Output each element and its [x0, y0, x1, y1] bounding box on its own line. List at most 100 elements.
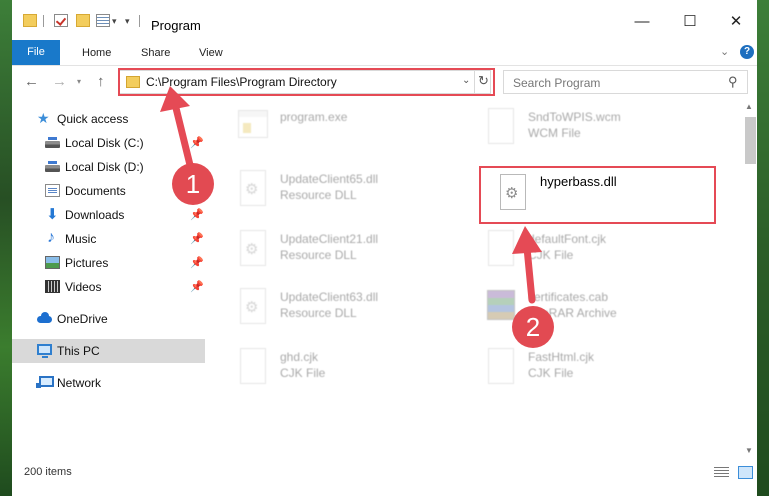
address-bar[interactable]: C:\Program Files\Program Directory ⌄ ↻	[118, 70, 491, 94]
help-icon[interactable]: ?	[740, 45, 754, 59]
star-icon	[37, 110, 52, 127]
quick-access-dropdown-icon[interactable]: ▾	[125, 17, 130, 26]
nav-item-pictures[interactable]: Pictures 📌	[12, 251, 205, 275]
nav-item-onedrive[interactable]: OneDrive	[12, 307, 205, 331]
file-type: CJK File	[528, 248, 574, 262]
pin-icon: 📌	[190, 137, 204, 149]
file-name: UpdateClient65.dll	[280, 172, 379, 186]
file-name: UpdateClient21.dll	[280, 232, 379, 246]
maximize-button[interactable]: ☐	[678, 12, 702, 32]
file-item-ghd-cjk[interactable]: ghd.cjk CJK File	[230, 342, 460, 394]
pictures-icon	[45, 256, 60, 269]
tab-view[interactable]: View	[199, 47, 223, 59]
tab-file[interactable]: File	[12, 40, 60, 65]
chevron-down-icon[interactable]: ▾	[112, 17, 117, 26]
file-type: WCM File	[528, 126, 581, 140]
folder-icon	[23, 14, 37, 27]
network-icon	[36, 376, 54, 388]
pc-icon	[37, 344, 52, 358]
desktop-background-left	[0, 0, 12, 496]
close-button[interactable]: ✕	[724, 12, 748, 32]
nav-item-label: This PC	[57, 344, 100, 358]
scrollbar-thumb[interactable]	[745, 117, 756, 164]
new-folder-icon[interactable]	[76, 14, 90, 27]
explorer-window: ▾ ▾ Program — ☐ ✕ File Home Share View ⌄…	[12, 0, 757, 496]
file-type: CJK File	[280, 366, 326, 380]
item-count: 200 items	[24, 466, 72, 478]
nav-item-music[interactable]: Music 📌	[12, 227, 205, 251]
scroll-up-icon[interactable]: ▲	[745, 102, 753, 111]
nav-item-downloads[interactable]: Downloads 📌	[12, 203, 205, 227]
details-view-icon[interactable]	[714, 467, 729, 478]
recent-locations-icon[interactable]: ▾	[77, 77, 81, 86]
ribbon: File Home Share View ⌄	[12, 40, 757, 65]
download-icon	[45, 205, 60, 223]
document-file-icon	[236, 348, 268, 388]
customize-toolbar-icon[interactable]	[96, 14, 110, 27]
nav-item-label: Local Disk (D:)	[65, 160, 144, 174]
pin-icon: 📌	[190, 233, 204, 245]
expand-ribbon-icon[interactable]: ⌄	[720, 45, 729, 58]
scroll-down-icon[interactable]: ▼	[745, 446, 753, 455]
file-type: Resource DLL	[280, 248, 357, 262]
pin-icon: 📌	[190, 281, 204, 293]
file-item-program-exe[interactable]: program.exe	[230, 102, 460, 154]
file-item-sndtowpis-wcm[interactable]: SndToWPIS.wcm WCM File	[478, 102, 708, 154]
pin-icon: 📌	[190, 209, 204, 221]
videos-icon	[45, 280, 60, 293]
forward-arrow-icon[interactable]: →	[52, 74, 67, 89]
file-name: UpdateClient63.dll	[280, 290, 379, 304]
nav-item-label: Quick access	[57, 112, 129, 126]
winrar-archive-icon	[484, 288, 516, 328]
music-icon	[45, 229, 60, 247]
refresh-icon[interactable]: ↻	[478, 73, 489, 89]
ribbon-divider	[12, 65, 757, 66]
search-box[interactable]: Search Program ⚲	[503, 70, 748, 94]
toolbar-separator	[139, 15, 140, 27]
search-icon[interactable]: ⚲	[728, 74, 738, 90]
address-path[interactable]: C:\Program Files\Program Directory	[146, 75, 337, 89]
up-arrow-icon[interactable]: ↑	[97, 74, 105, 89]
nav-item-label: Music	[65, 232, 97, 246]
file-item-updateclient63-dll[interactable]: UpdateClient63.dll Resource DLL	[230, 282, 460, 334]
file-item-hyperbass-dll[interactable]: hyperbass.dll	[490, 168, 720, 220]
search-input[interactable]: Search Program	[513, 76, 600, 90]
window-title: Program	[151, 18, 201, 33]
nav-item-label: Documents	[65, 184, 126, 198]
disk-icon	[45, 137, 60, 148]
file-type: CJK File	[528, 366, 574, 380]
file-item-updateclient65-dll[interactable]: UpdateClient65.dll Resource DLL	[230, 164, 460, 216]
file-type: Resource DLL	[280, 306, 357, 320]
file-list: program.exe SndToWPIS.wcm WCM File Updat…	[220, 100, 740, 452]
dll-file-icon	[236, 170, 268, 210]
properties-check-icon[interactable]	[54, 14, 68, 27]
nav-item-quick-access[interactable]: Quick access	[12, 107, 205, 131]
chevron-down-icon[interactable]: ⌄	[462, 75, 470, 86]
step-badge-1: 1	[172, 163, 214, 205]
minimize-button[interactable]: —	[630, 12, 654, 32]
back-arrow-icon[interactable]: ←	[24, 74, 39, 89]
tab-home[interactable]: Home	[82, 47, 111, 59]
folder-icon	[126, 76, 140, 88]
nav-item-local-disk-c[interactable]: Local Disk (C:) 📌	[12, 131, 205, 155]
file-item-defaultfont-cjk[interactable]: defaultFont.cjk CJK File	[478, 224, 708, 276]
tiles-view-icon[interactable]	[738, 466, 753, 479]
nav-item-label: Videos	[65, 280, 102, 294]
pin-icon: 📌	[190, 257, 204, 269]
tab-share[interactable]: Share	[141, 47, 170, 59]
document-file-icon	[484, 230, 516, 270]
nav-item-this-pc[interactable]: This PC	[12, 339, 205, 363]
nav-item-network[interactable]: Network	[12, 371, 205, 395]
exe-file-icon	[236, 108, 268, 148]
documents-icon	[45, 184, 60, 197]
title-bar: ▾ ▾ Program — ☐ ✕	[12, 0, 757, 40]
nav-item-videos[interactable]: Videos 📌	[12, 275, 205, 299]
file-name: FastHtml.cjk	[528, 350, 594, 364]
file-item-updateclient21-dll[interactable]: UpdateClient21.dll Resource DLL	[230, 224, 460, 276]
desktop-background-right	[757, 0, 769, 496]
file-item-fasthtml-cjk[interactable]: FastHtml.cjk CJK File	[478, 342, 708, 394]
dll-file-icon	[496, 174, 528, 214]
dll-file-icon	[236, 230, 268, 270]
nav-item-label: OneDrive	[57, 312, 108, 326]
file-type: Resource DLL	[280, 188, 357, 202]
